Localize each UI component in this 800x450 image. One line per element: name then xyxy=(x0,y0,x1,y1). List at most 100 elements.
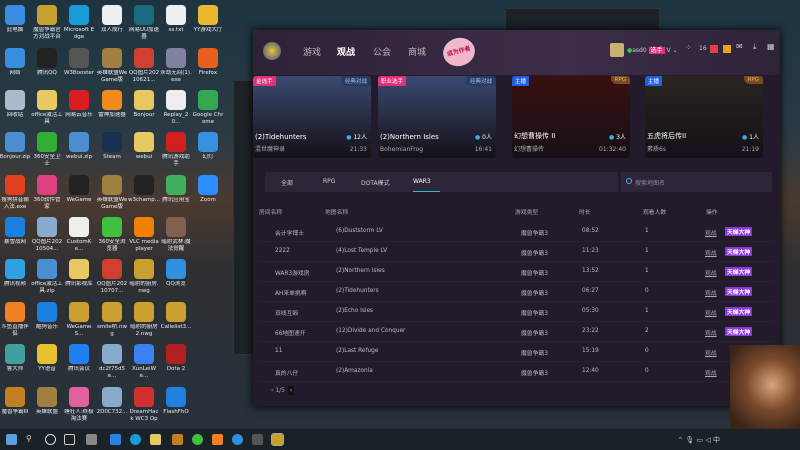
table-row[interactable]: 双线互殴 (2)Echo Isles 魔兽争霸3 05:30 1 观战 天梯大神 xyxy=(259,302,772,322)
desktop-icon[interactable]: QQ图片20210504... xyxy=(31,217,63,253)
ie-icon[interactable] xyxy=(110,434,121,445)
stream-card[interactable]: 金选手 经典对战 (2)Tidehunters ● 12人 混世魔神录 21:33 xyxy=(253,76,371,158)
nav-spectate[interactable]: 观战 xyxy=(337,45,355,58)
desktop-icon[interactable]: 酷狗音乐 xyxy=(31,302,63,331)
desktop-icon[interactable]: 雷神加速器 xyxy=(96,90,128,119)
edge-icon[interactable] xyxy=(130,434,141,445)
desktop-icon[interactable]: 腾讯视频 xyxy=(0,259,31,288)
tab-all[interactable]: 全部 xyxy=(281,178,293,187)
desktop-icon[interactable]: YY游戏大厅 xyxy=(192,5,224,34)
desktop-icon[interactable]: Replay_20... xyxy=(160,90,192,126)
desktop-icon[interactable]: dc2f75d5e... xyxy=(96,344,128,380)
username[interactable]: asd0 xyxy=(632,47,646,54)
nav-shop[interactable]: 商城 xyxy=(408,45,426,58)
desktop-icon[interactable]: 英雄联盟WeGame版 xyxy=(96,175,128,211)
desktop-icon[interactable]: 魔兽争霸III xyxy=(0,387,31,416)
desktop-icon[interactable]: Google Chrome xyxy=(192,90,224,126)
friends-icon[interactable]: ⁘ xyxy=(685,43,692,52)
desktop-icon[interactable]: DreamHack WC3 Ope... xyxy=(128,387,160,423)
notification-icon[interactable] xyxy=(710,45,718,53)
desktop-icon[interactable]: CustomKe... xyxy=(63,217,95,253)
desktop-icon[interactable]: 鲁大师 xyxy=(0,344,31,373)
mail-icon[interactable]: ✉ xyxy=(736,42,743,51)
desktop-icon[interactable]: office激活工具 xyxy=(31,90,63,126)
desktop-icon[interactable]: 网易UU加速器 xyxy=(128,5,160,41)
desktop-icon[interactable]: 此电脑 xyxy=(0,5,31,34)
nav-games[interactable]: 游戏 xyxy=(303,45,321,58)
desktop-icon[interactable]: 腾讯应用宝 xyxy=(160,175,192,204)
desktop-icon[interactable]: 回收站 xyxy=(0,90,31,119)
desktop-icon[interactable]: 斗鱼直播伴侣 xyxy=(0,302,31,338)
desktop-icon[interactable]: 网易云音乐 xyxy=(63,90,95,119)
desktop-icon[interactable]: 网络 xyxy=(0,48,31,77)
map-search-input[interactable]: 搜索地图名 xyxy=(621,172,772,192)
become-author-promo[interactable]: 成为作者 xyxy=(439,34,479,70)
desktop-icon[interactable]: 暗射的厨房.nwg xyxy=(128,259,160,295)
spectate-link[interactable]: 观战 xyxy=(705,308,717,317)
desktop-icon[interactable]: 幻灯 xyxy=(192,132,224,161)
desktop-icon[interactable]: W3Booster xyxy=(63,48,95,77)
gift-icon[interactable]: ▦ xyxy=(767,42,775,51)
desktop-icon[interactable]: 360软件管家 xyxy=(31,175,63,211)
search-taskbar-icon[interactable]: ⚲ xyxy=(26,434,37,445)
table-row[interactable]: 真的八仔 (2)Amazonia 魔兽争霸3 12:40 0 观战 xyxy=(259,362,772,382)
nav-guild[interactable]: 公会 xyxy=(373,45,391,58)
desktop-icon[interactable]: webui.zip xyxy=(63,132,95,161)
desktop-icon[interactable]: 永劫无间(1).exe xyxy=(160,48,192,84)
spectate-link[interactable]: 观战 xyxy=(705,288,717,297)
desktop-icon[interactable]: XunLeiWe... xyxy=(128,344,160,380)
desktop-icon[interactable]: 魔兽争霸官方对战平台 xyxy=(31,5,63,41)
desktop-icon[interactable]: 腾讯影视库 xyxy=(63,259,95,288)
desktop-icon[interactable]: Callelist3... xyxy=(160,302,192,331)
desktop-icon[interactable]: 双人成行 xyxy=(96,5,128,34)
desktop-icon[interactable]: WeGameS... xyxy=(63,302,95,338)
desktop-icon[interactable]: QQ图片20210707... xyxy=(96,259,128,295)
table-row[interactable]: 2222 (4)Lost Temple LV 魔兽争霸3 11:23 1 观战 天梯大神 xyxy=(259,242,772,262)
warcraft-icon[interactable] xyxy=(172,434,183,445)
desktop-icon[interactable]: Microsoft Edge xyxy=(63,5,95,41)
desktop-icon[interactable]: ss.txt xyxy=(160,5,192,34)
desktop-icon[interactable]: 腾讯会议 xyxy=(63,344,95,373)
task-view-icon[interactable] xyxy=(64,434,75,445)
desktop-icon[interactable]: VLC media player xyxy=(128,217,160,253)
desktop-icon[interactable]: YY语音 xyxy=(31,344,63,373)
spectate-link[interactable]: 观战 xyxy=(705,248,717,257)
explorer-icon[interactable] xyxy=(150,434,161,445)
qq-browser-icon[interactable] xyxy=(232,434,243,445)
desktop-icon[interactable]: office激活工具.zip xyxy=(31,259,63,295)
desktop-icon[interactable]: WeGame xyxy=(63,175,95,204)
desktop-icon[interactable]: 睡狂人:终极淘汰赛 xyxy=(63,387,95,423)
desktop-icon[interactable]: w3champ... xyxy=(128,175,160,204)
desktop-icon[interactable]: webui xyxy=(128,132,160,161)
desktop-icon[interactable]: 英雄联盟 xyxy=(31,387,63,416)
spectate-link[interactable]: 观战 xyxy=(705,368,717,377)
platform-taskbar-icon[interactable] xyxy=(271,433,284,446)
desktop-icon[interactable]: 暗射武林:魔法觉醒 xyxy=(160,217,192,253)
desktop-icon[interactable]: QQ图片20210621... xyxy=(128,48,160,84)
desktop-icon[interactable]: 2D0C732... xyxy=(96,387,128,416)
spectate-link[interactable]: 观战 xyxy=(705,328,717,337)
desktop-icon[interactable]: 英雄联盟WeGame版 xyxy=(96,48,128,84)
desktop-icon[interactable]: Bonjour xyxy=(128,90,160,119)
desktop-icon[interactable]: Dota 2 xyxy=(160,344,192,373)
stream-card[interactable]: 主播 RPG 五虎将后传II ● 1人 素质6s 21:19 xyxy=(645,76,763,158)
tab-war3[interactable]: WAR3 xyxy=(413,178,431,185)
desktop-icon[interactable]: 搜狗拼音输入法.exe xyxy=(0,175,31,211)
stream-card[interactable]: 职业选手 经典对战 (2)Northern Isles ● 0人 BohemianFro… xyxy=(378,76,496,158)
browser-360-icon[interactable] xyxy=(192,434,203,445)
desktop-icon[interactable]: Steam xyxy=(96,132,128,161)
table-row[interactable]: AH来单挑啊 (2)Tidehunters 魔兽争霸3 06:27 0 观战 天梯大神 xyxy=(259,282,772,302)
stream-card[interactable]: 主播 RPG 幻想曹操传 II ● 3人 幻想曹操传 01:32:40 xyxy=(512,76,630,158)
desktop-icon[interactable]: 360安全浏览器 xyxy=(96,217,128,253)
douyu-icon[interactable] xyxy=(212,434,223,445)
tab-dota[interactable]: DOTA模式 xyxy=(361,178,390,187)
table-row[interactable]: WAR3游戏房 (2)Northern Isles 魔兽争霸3 13:52 1 观战 天梯大… xyxy=(259,262,772,282)
avatar[interactable] xyxy=(610,43,624,57)
next-page-button[interactable]: › xyxy=(287,386,294,395)
steam-icon[interactable] xyxy=(252,434,263,445)
desktop-icon[interactable]: Bonjour.zip xyxy=(0,132,31,161)
download-icon[interactable]: ⤓ xyxy=(753,42,757,52)
tab-rpg[interactable]: RPG xyxy=(323,178,335,185)
desktop-icon[interactable]: smile桥.nwg xyxy=(96,302,128,338)
desktop-icon[interactable]: QQ浏览 xyxy=(160,259,192,288)
